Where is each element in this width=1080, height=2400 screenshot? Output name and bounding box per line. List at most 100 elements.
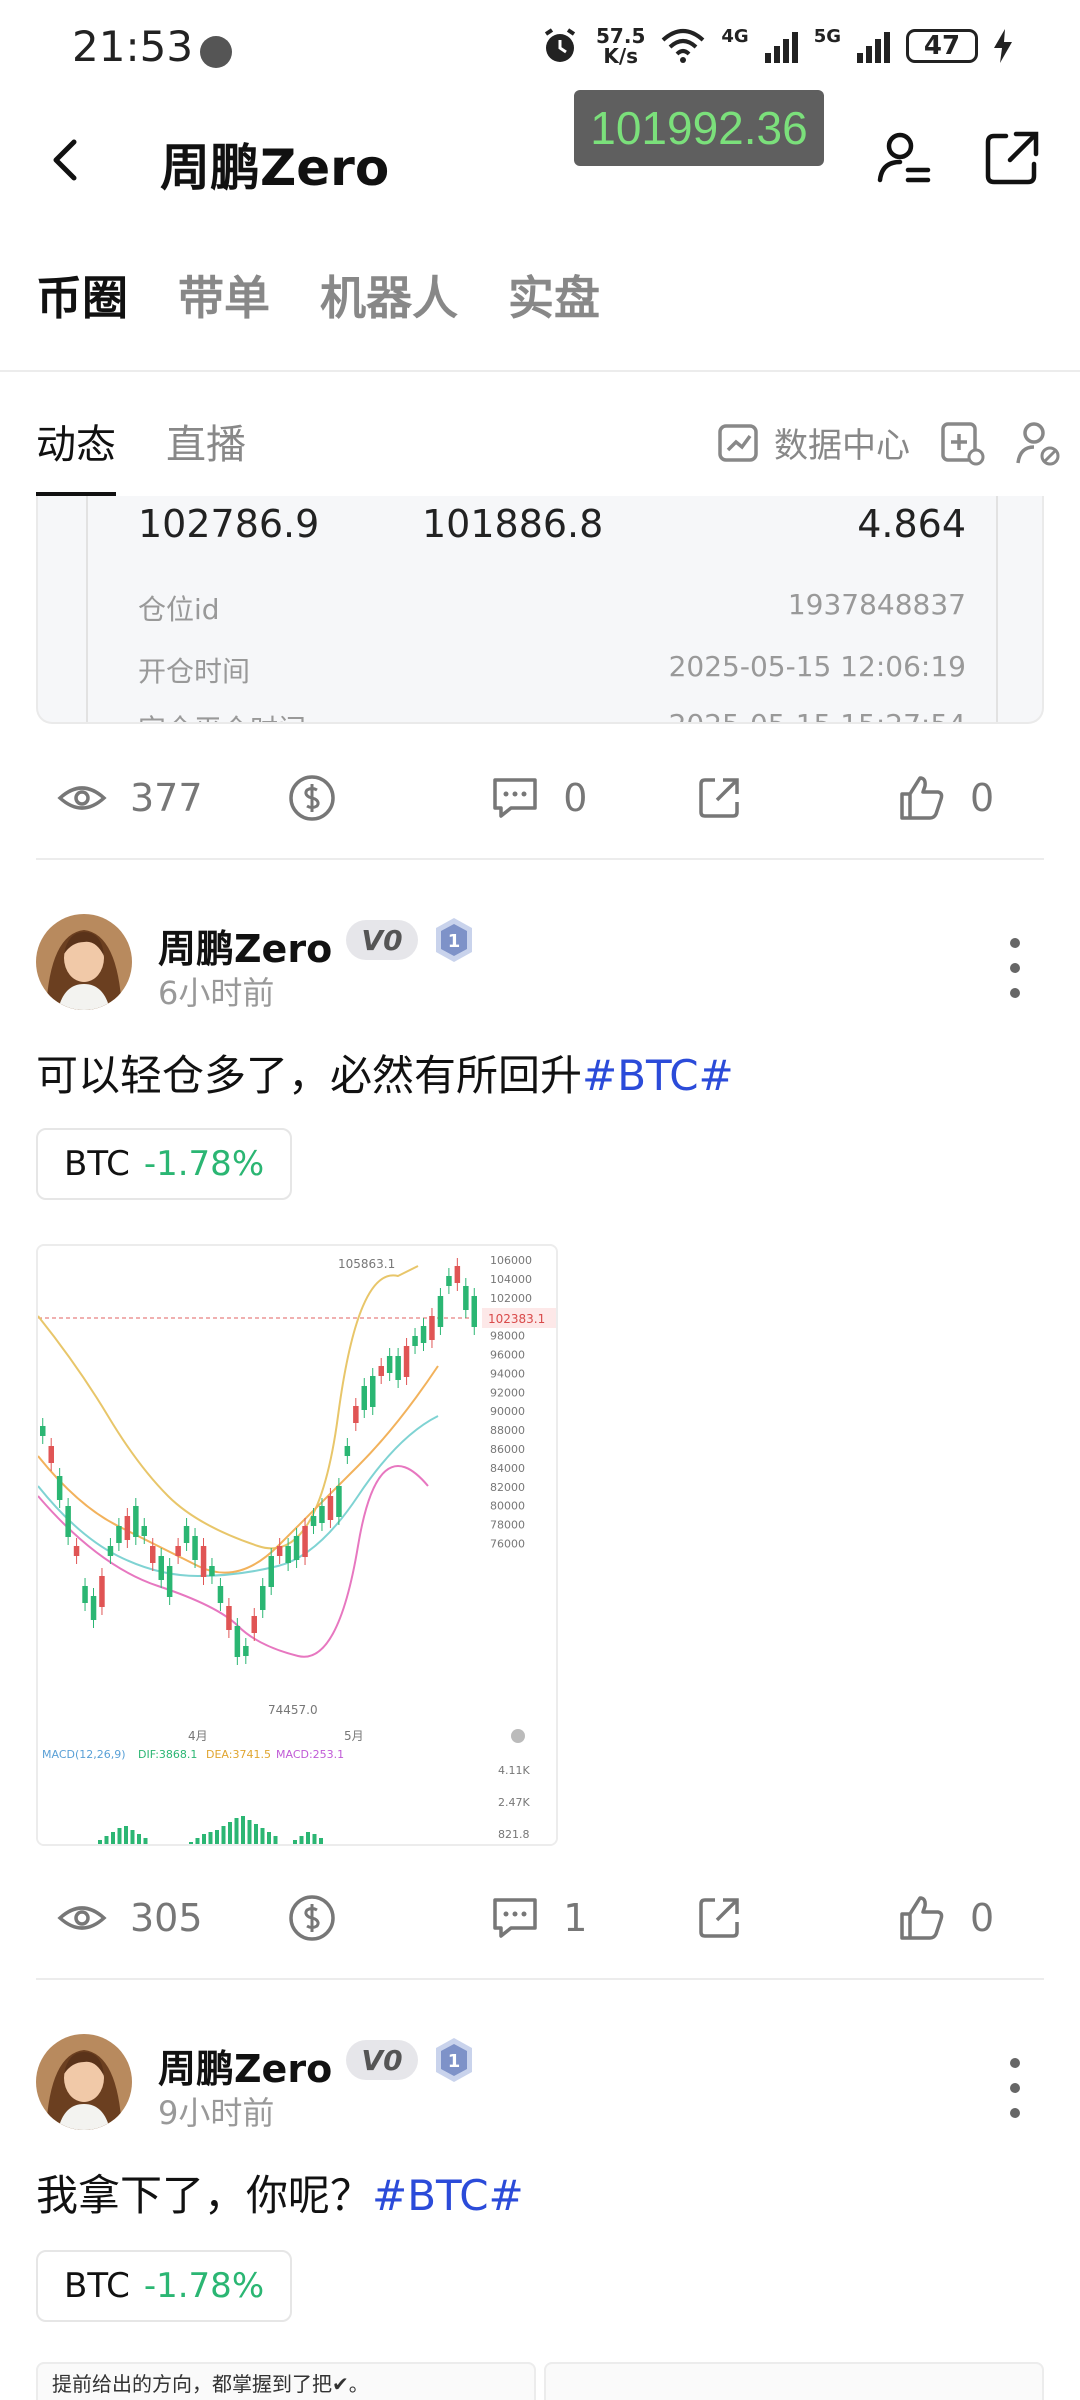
- like-button[interactable]: 0: [896, 772, 1016, 824]
- views-counter: 305: [56, 1892, 203, 1944]
- tab-coin-circle[interactable]: 币圈: [36, 262, 128, 328]
- kv-row: 开仓时间 2025-05-15 12:06:19: [138, 650, 966, 688]
- macd-bar: [215, 1830, 219, 1844]
- signal-4g-icon: [764, 29, 798, 63]
- macd-bar: [267, 1832, 271, 1844]
- tip-button[interactable]: [286, 772, 406, 824]
- post-chart-image[interactable]: 1060001040001020001000009800096000940009…: [36, 1244, 558, 1846]
- data-center-label: 数据中心: [774, 426, 910, 466]
- macd-bar: [319, 1838, 323, 1844]
- wifi-icon: [662, 29, 705, 63]
- tab-copy-trading[interactable]: 带单: [178, 262, 270, 328]
- share-icon: [698, 778, 739, 818]
- like-button[interactable]: 0: [896, 1892, 1016, 1944]
- low-label: 74457.0: [268, 1703, 318, 1717]
- kv-row: 仓位id 1937848837: [138, 588, 966, 626]
- coin-change: -1.78%: [143, 1144, 265, 1184]
- level-badge-icon: 1: [436, 918, 472, 962]
- macd-value: MACD:253.1: [276, 1748, 344, 1761]
- comment-icon: [493, 1898, 537, 1938]
- page-title: 周鹏Zero: [160, 139, 390, 197]
- svg-text:1: 1: [448, 931, 461, 952]
- coin-chip[interactable]: BTC -1.78%: [36, 2250, 293, 2322]
- comment-button[interactable]: 1: [489, 1892, 609, 1944]
- author-name[interactable]: 周鹏Zero: [158, 918, 332, 973]
- tab-live[interactable]: 直播: [166, 412, 246, 498]
- avatar[interactable]: [36, 914, 132, 1010]
- y-tick-label: 106000: [490, 1254, 532, 1267]
- macd-bar: [98, 1840, 102, 1844]
- tab-robot[interactable]: 机器人: [320, 262, 458, 328]
- macd-bar: [137, 1834, 141, 1844]
- macd-bar: [104, 1836, 109, 1844]
- share-post-button[interactable]: [693, 772, 813, 824]
- macd-bar: [260, 1828, 265, 1844]
- divider: [0, 370, 1080, 372]
- y-tick-label: 94000: [490, 1367, 525, 1380]
- macd-bar: [221, 1826, 226, 1844]
- svg-text:1: 1: [448, 2051, 461, 2072]
- tab-live-account[interactable]: 实盘: [508, 262, 600, 328]
- status-time: 21:53: [72, 22, 194, 71]
- level-badge-icon: 1: [436, 2038, 472, 2082]
- hashtag-link[interactable]: #BTC#: [372, 2171, 524, 2220]
- comment-button[interactable]: 0: [489, 772, 609, 824]
- post-time: 6小时前: [158, 974, 275, 1012]
- svg-text:821.8: 821.8: [498, 1828, 530, 1841]
- month-label-apr: 4月: [188, 1729, 208, 1743]
- coin-change: -1.78%: [143, 2266, 265, 2306]
- macd-bar: [189, 1842, 193, 1844]
- y-tick-label: 80000: [490, 1500, 525, 1513]
- post-text: 我拿下了，你呢？#BTC#: [36, 2171, 524, 2220]
- coin-chip[interactable]: BTC -1.78%: [36, 1128, 293, 1200]
- post-image[interactable]: [544, 2362, 1044, 2400]
- y-tick-label: 92000: [490, 1386, 525, 1399]
- y-tick-label: 104000: [490, 1273, 532, 1286]
- tip-button[interactable]: [286, 1892, 406, 1944]
- share-post-button[interactable]: [693, 1892, 813, 1944]
- thumbs-up-icon: [900, 776, 944, 820]
- macd-dif: DIF:3868.1: [138, 1748, 197, 1761]
- views-counter: 377: [56, 772, 203, 824]
- kv-row: 完全平仓时间2025-05-15 15:27:54: [138, 708, 966, 722]
- macd-bar: [195, 1838, 200, 1844]
- status-indicators: 57.5 K/s 4G 5G 47: [540, 26, 1012, 66]
- share-icon[interactable]: [980, 126, 1044, 190]
- y-tick-label: 86000: [490, 1443, 525, 1456]
- hashtag-link[interactable]: #BTC#: [582, 1051, 734, 1100]
- macd-bar: [124, 1826, 128, 1844]
- svg-text:2.47K: 2.47K: [498, 1796, 530, 1809]
- post-image-caption: 提前给出的方向，都掌握到了把✔。: [52, 2372, 369, 2396]
- macd-dea: DEA:3741.5: [206, 1748, 271, 1761]
- share-icon: [698, 1898, 739, 1938]
- notification-icon: [200, 36, 232, 68]
- y-tick-label: 76000: [490, 1538, 525, 1551]
- coin-icon: [289, 775, 335, 821]
- y-tick-label: 98000: [490, 1330, 525, 1343]
- more-options-icon[interactable]: [1010, 938, 1022, 998]
- macd-params: MACD(12,26,9): [42, 1748, 126, 1761]
- add-post-icon[interactable]: [938, 419, 986, 467]
- vip-badge: V0: [346, 2040, 418, 2080]
- month-label-may: 5月: [344, 1729, 364, 1743]
- user-settings-icon[interactable]: [872, 126, 936, 190]
- user-block-icon[interactable]: [1014, 419, 1062, 467]
- more-options-icon[interactable]: [1010, 2058, 1022, 2118]
- post-image[interactable]: 提前给出的方向，都掌握到了把✔。: [36, 2362, 536, 2400]
- avatar[interactable]: [36, 2034, 132, 2130]
- network-4g-label: 4G: [721, 26, 749, 47]
- position-card[interactable]: 102786.9 101886.8 4.864 仓位id 1937848837 开…: [36, 496, 1044, 724]
- author-name[interactable]: 周鹏Zero: [158, 2038, 332, 2093]
- data-center-button[interactable]: 数据中心: [716, 418, 910, 467]
- macd-bar: [202, 1834, 206, 1844]
- macd-bar: [228, 1822, 232, 1844]
- main-tabs: 币圈 带单 机器人 实盘: [36, 262, 600, 328]
- battery-icon: 47: [906, 29, 978, 63]
- macd-bar: [234, 1818, 239, 1844]
- data-center-icon: [718, 423, 758, 462]
- macd-bar: [130, 1830, 135, 1844]
- y-tick-label: 90000: [490, 1405, 525, 1418]
- post-header: 周鹏Zero V0 1 9小时前: [36, 2034, 1044, 2134]
- back-arrow-icon[interactable]: [40, 132, 96, 188]
- tab-feed[interactable]: 动态: [36, 412, 116, 498]
